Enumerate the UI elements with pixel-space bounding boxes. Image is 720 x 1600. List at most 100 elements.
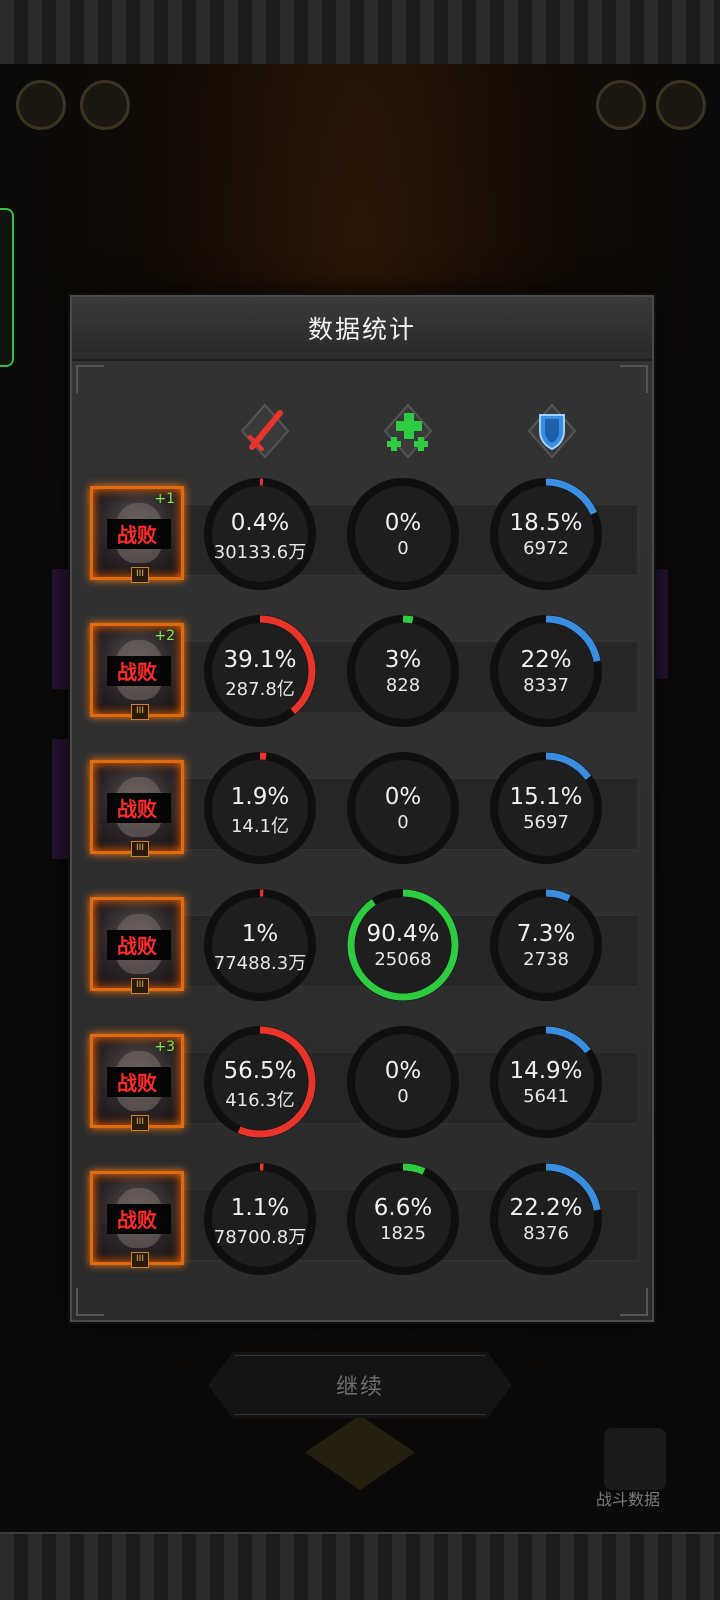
healing-stat-ring: 3% 828 (345, 613, 461, 729)
hero-row: 战败 III 1.1% 78700.8万 6.6% 1825 22.2% 8376 (72, 1161, 652, 1285)
star-level-badge: +3 (154, 1039, 175, 1055)
damage-value: 77488.3万 (213, 953, 307, 974)
defeat-label: 战败 (117, 1071, 157, 1095)
bg-settings-button (656, 80, 706, 130)
hero-avatar[interactable]: 战败 III (90, 1171, 184, 1268)
defense-stat-ring: 22.2% 8376 (488, 1161, 604, 1277)
hero-row: 战败 +2 III 39.1% 287.8亿 3% 828 22% 8337 (72, 613, 652, 737)
hero-row: 战败 III 1.9% 14.1亿 0% 0 15.1% 5697 (72, 750, 652, 874)
hero-avatar[interactable]: 战败 +2 III (90, 623, 184, 720)
defeat-label: 战败 (117, 797, 157, 821)
healing-percent: 0% (384, 1058, 422, 1084)
healing-stat-ring: 0% 0 (345, 476, 461, 592)
top-border (0, 0, 720, 66)
defeat-label: 战败 (117, 660, 157, 684)
bg-chat-button (596, 80, 646, 130)
hero-avatar[interactable]: 战败 +1 III (90, 486, 184, 583)
continue-label: 继续 (335, 1375, 384, 1400)
healing-percent: 3% (384, 647, 422, 673)
healing-value: 1825 (380, 1223, 426, 1244)
defense-percent: 22% (520, 647, 572, 673)
defense-value: 5697 (523, 812, 569, 833)
healing-stat-ring: 0% 0 (345, 750, 461, 866)
sword-icon (230, 399, 300, 463)
defense-value: 8337 (523, 675, 569, 696)
defense-percent: 22.2% (509, 1195, 583, 1221)
damage-percent: 0.4% (230, 510, 290, 536)
defense-value: 6972 (523, 538, 569, 559)
defense-value: 2738 (523, 949, 569, 970)
damage-value: 416.3亿 (225, 1090, 295, 1111)
damage-value: 78700.8万 (213, 1227, 307, 1248)
healing-value: 25068 (374, 949, 432, 970)
damage-value: 30133.6万 (213, 542, 307, 563)
defense-stat-ring: 14.9% 5641 (488, 1024, 604, 1140)
shield-icon (517, 399, 587, 463)
battle-data-icon[interactable] (604, 1428, 666, 1490)
defense-percent: 18.5% (509, 510, 583, 536)
damage-percent: 39.1% (223, 647, 297, 673)
defense-value: 5641 (523, 1086, 569, 1107)
healing-percent: 90.4% (366, 921, 440, 947)
defense-value: 8376 (523, 1223, 569, 1244)
bg-speed-button (80, 80, 130, 130)
defense-stat-ring: 7.3% 2738 (488, 887, 604, 1003)
bg-purple-card (52, 739, 70, 859)
damage-stat-ring: 1.9% 14.1亿 (202, 750, 318, 866)
defense-stat-ring: 18.5% 6972 (488, 476, 604, 592)
rank-badge: III (131, 567, 149, 583)
damage-stat-ring: 56.5% 416.3亿 (202, 1024, 318, 1140)
damage-stat-ring: 39.1% 287.8亿 (202, 613, 318, 729)
defense-stat-ring: 15.1% 5697 (488, 750, 604, 866)
panel-title: 数据统计 (307, 315, 416, 344)
star-level-badge: +1 (154, 491, 175, 507)
damage-stat-ring: 0.4% 30133.6万 (202, 476, 318, 592)
rank-badge: III (131, 1115, 149, 1131)
rank-badge: III (131, 704, 149, 720)
bg-side-tab (0, 208, 14, 367)
continue-button[interactable]: 继续 (208, 1352, 512, 1418)
healing-percent: 6.6% (373, 1195, 433, 1221)
defeat-label: 战败 (117, 1208, 157, 1232)
damage-percent: 56.5% (223, 1058, 297, 1084)
hero-row: 战败 +1 III 0.4% 30133.6万 0% 0 18.5% 6972 (72, 476, 652, 600)
healing-stat-ring: 90.4% 25068 (345, 887, 461, 1003)
hero-row: 战败 +3 III 56.5% 416.3亿 0% 0 14.9% 5641 (72, 1024, 652, 1148)
damage-stat-ring: 1% 77488.3万 (202, 887, 318, 1003)
damage-stat-ring: 1.1% 78700.8万 (202, 1161, 318, 1277)
damage-value: 287.8亿 (225, 679, 295, 700)
healing-percent: 0% (384, 510, 422, 536)
defense-percent: 7.3% (516, 921, 576, 947)
battle-data-label[interactable]: 战斗数据 (596, 1486, 660, 1510)
hero-avatar[interactable]: 战败 +3 III (90, 1034, 184, 1131)
defeat-label: 战败 (117, 523, 157, 547)
defeat-label: 战败 (117, 934, 157, 958)
defense-percent: 14.9% (509, 1058, 583, 1084)
hero-avatar[interactable]: 战败 III (90, 760, 184, 857)
hero-row: 战败 III 1% 77488.3万 90.4% 25068 7.3% 2738 (72, 887, 652, 1011)
healing-stat-ring: 6.6% 1825 (345, 1161, 461, 1277)
defense-stat-ring: 22% 8337 (488, 613, 604, 729)
heal-cross-icon (373, 399, 443, 463)
healing-percent: 0% (384, 784, 422, 810)
damage-percent: 1.1% (230, 1195, 290, 1221)
bg-play-button (16, 80, 66, 130)
bottom-border (0, 1532, 720, 1600)
panel-body: 战败 +1 III 0.4% 30133.6万 0% 0 18.5% 6972 战败 +2 III 39… (72, 361, 652, 1320)
panel-header: 数据统计 (72, 297, 652, 361)
rank-badge: III (131, 978, 149, 994)
hero-avatar[interactable]: 战败 III (90, 897, 184, 994)
healing-value: 0 (397, 812, 409, 833)
healing-value: 828 (385, 675, 421, 696)
rank-badge: III (131, 1252, 149, 1268)
star-level-badge: +2 (154, 628, 175, 644)
bg-purple-card (52, 569, 70, 689)
defense-percent: 15.1% (509, 784, 583, 810)
damage-value: 14.1亿 (230, 816, 290, 837)
damage-percent: 1% (241, 921, 279, 947)
healing-value: 0 (397, 538, 409, 559)
rank-badge: III (131, 841, 149, 857)
healing-value: 0 (397, 1086, 409, 1107)
stats-panel: 数据统计 战败 +1 III 0.4% 30133.6万 0% 0 18.5% … (70, 295, 654, 1322)
healing-stat-ring: 0% 0 (345, 1024, 461, 1140)
